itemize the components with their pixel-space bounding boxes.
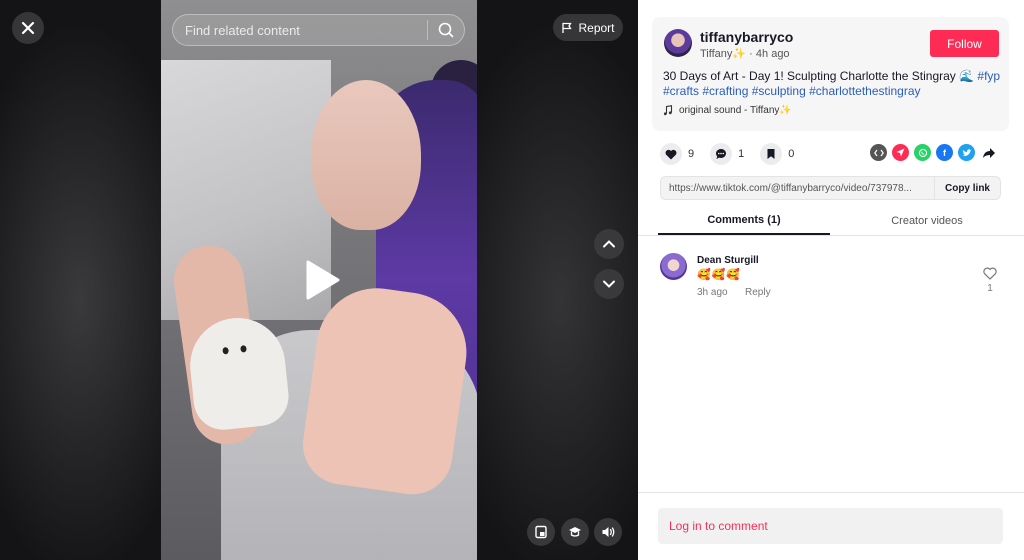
floating-player-icon <box>535 525 547 539</box>
close-icon <box>21 21 35 35</box>
chevron-up-icon <box>603 240 615 248</box>
video-face <box>311 80 421 230</box>
comment-icon <box>716 148 727 159</box>
author-username[interactable]: tiffanybarryco <box>700 29 793 45</box>
separator-dot: · <box>749 48 756 60</box>
send-icon[interactable] <box>892 144 909 161</box>
hashtag-link[interactable]: #crafting <box>702 84 748 98</box>
commenter-name[interactable]: Dean Sturgill <box>697 255 759 266</box>
twitter-icon[interactable] <box>958 144 975 161</box>
picture-in-picture-button[interactable] <box>527 518 555 546</box>
author-card: tiffanybarryco Tiffany✨ · 4h ago Follow … <box>652 17 1009 131</box>
comment-like-button[interactable]: 1 <box>983 267 997 294</box>
chevron-down-icon <box>603 280 615 288</box>
details-panel: tiffanybarryco Tiffany✨ · 4h ago Follow … <box>638 0 1024 560</box>
hashtag-link[interactable]: #fyp <box>977 69 1000 83</box>
volume-button[interactable] <box>594 518 622 546</box>
comment-button[interactable]: 1 <box>710 143 744 165</box>
like-icon-wrap <box>660 143 682 165</box>
tab-comments[interactable]: Comments (1) <box>658 206 830 235</box>
hashtag-link[interactable]: #crafts <box>663 84 699 98</box>
graduation-cap-icon <box>569 527 581 537</box>
like-count: 9 <box>688 148 695 160</box>
search-input[interactable] <box>173 22 427 38</box>
reply-button[interactable]: Reply <box>745 287 771 298</box>
hashtag-link[interactable]: #sculpting <box>752 84 806 98</box>
tab-creator-videos[interactable]: Creator videos <box>830 206 1024 235</box>
volume-icon <box>602 527 614 537</box>
search-button[interactable] <box>428 14 464 46</box>
video-area: Report <box>0 0 638 560</box>
close-button[interactable] <box>12 12 44 44</box>
comment-text: 🥰🥰🥰 <box>697 269 742 281</box>
post-time: 4h ago <box>755 48 790 60</box>
sound-name: original sound - Tiffany✨ <box>679 105 792 116</box>
play-button[interactable] <box>300 258 344 302</box>
comment-time: 3h ago <box>697 287 728 298</box>
caption-text: 30 Days of Art - Day 1! Sculpting Charlo… <box>663 69 978 83</box>
author-avatar[interactable] <box>664 29 692 57</box>
login-to-comment-label: Log in to comment <box>669 519 768 533</box>
search-icon <box>438 22 454 38</box>
like-button[interactable]: 9 <box>660 143 694 165</box>
next-video-button[interactable] <box>594 269 624 299</box>
hashtag-link[interactable]: #charlottethestingray <box>809 84 920 98</box>
save-icon-wrap <box>760 143 783 165</box>
commenter-avatar[interactable] <box>660 253 687 280</box>
flag-icon <box>562 22 573 33</box>
bottom-divider <box>638 492 1024 493</box>
learn-button[interactable] <box>561 518 589 546</box>
share-icons: f <box>870 144 997 161</box>
save-button[interactable]: 0 <box>760 143 794 165</box>
previous-video-button[interactable] <box>594 229 624 259</box>
heart-outline-icon <box>983 267 997 280</box>
video-url[interactable]: https://www.tiktok.com/@tiffanybarryco/v… <box>661 183 934 194</box>
copy-link-button[interactable]: Copy link <box>933 177 1000 199</box>
video-link-box: https://www.tiktok.com/@tiffanybarryco/v… <box>660 176 1001 200</box>
facebook-icon[interactable]: f <box>936 144 953 161</box>
comment-count: 1 <box>738 148 745 160</box>
comment-like-count: 1 <box>987 283 993 294</box>
comment-icon-wrap <box>710 143 733 165</box>
report-label: Report <box>578 20 615 35</box>
whatsapp-icon[interactable] <box>914 144 931 161</box>
music-note-icon <box>663 105 673 116</box>
login-to-comment-button[interactable]: Log in to comment <box>658 508 1003 544</box>
sound-link[interactable]: original sound - Tiffany✨ <box>663 105 792 116</box>
author-display-name: Tiffany✨ <box>700 48 747 60</box>
save-count: 0 <box>788 148 795 160</box>
comment-item: Dean Sturgill 🥰🥰🥰 3h ago Reply 1 <box>660 252 1005 302</box>
follow-button[interactable]: Follow <box>930 30 999 57</box>
embed-icon[interactable] <box>870 144 887 161</box>
video-caption: 30 Days of Art - Day 1! Sculpting Charlo… <box>663 69 1003 99</box>
search-bar <box>172 14 465 46</box>
forward-icon[interactable] <box>980 144 997 161</box>
tabs: Comments (1) Creator videos <box>638 206 1024 236</box>
report-button[interactable]: Report <box>553 14 623 41</box>
author-subline: Tiffany✨ · 4h ago <box>700 47 790 60</box>
action-bar: 9 1 0 <box>660 143 794 165</box>
heart-icon <box>665 149 677 159</box>
bookmark-icon <box>767 149 775 159</box>
